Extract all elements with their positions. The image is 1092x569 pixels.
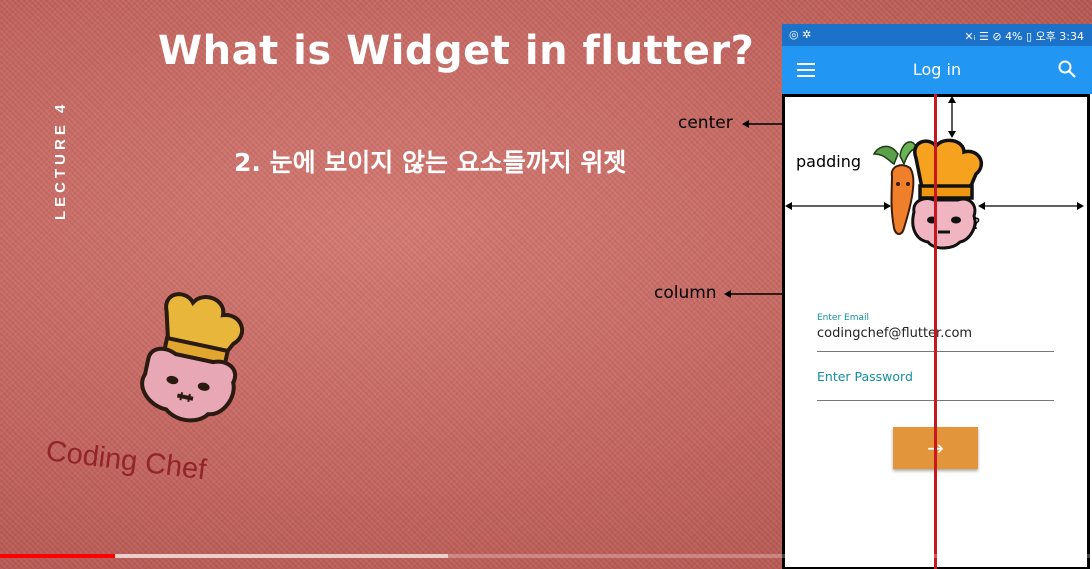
column-arrow	[724, 290, 782, 298]
email-field[interactable]: codingchef@flutter.com	[817, 326, 972, 341]
password-field[interactable]: Enter Password	[817, 369, 913, 384]
status-icons-left: ◎ ✲	[789, 28, 812, 41]
phone-screen: ◎ ✲ ✕ᵢ ☰ ⊘ 4% ▯ 오후 3:34 Log in padding ?…	[782, 24, 1092, 569]
status-icons-right: ✕ᵢ ☰ ⊘ 4% ▯ 오후 3:34	[964, 30, 1084, 43]
question-mark: ?	[972, 214, 981, 233]
status-bar: ◎ ✲ ✕ᵢ ☰ ⊘ 4% ▯ 오후 3:34	[782, 24, 1092, 46]
center-guide-line	[934, 94, 937, 569]
lecture-slide: What is Widget in flutter? 2. 눈에 보이지 않는 …	[0, 0, 1092, 569]
center-arrow	[742, 120, 782, 128]
app-bar-title: Log in	[912, 60, 962, 79]
email-field-label: Enter Email	[817, 313, 869, 323]
progress-played	[0, 554, 115, 558]
video-progress-bar[interactable]	[0, 554, 1092, 558]
center-annotation: center	[678, 113, 733, 133]
brand-name: Coding Chef	[44, 435, 209, 487]
padding-annotation: padding	[796, 152, 862, 171]
coding-chef-logo	[140, 292, 245, 423]
column-annotation: column	[654, 283, 717, 303]
app-bar: Log in	[782, 46, 1092, 94]
lecture-label: LECTURE 4	[52, 100, 69, 220]
slide-subtitle: 2. 눈에 보이지 않는 요소들까지 위젯	[234, 148, 627, 177]
slide-title: What is Widget in flutter?	[158, 28, 755, 74]
top-padding-arrow	[948, 96, 956, 138]
search-icon[interactable]	[1058, 60, 1076, 78]
